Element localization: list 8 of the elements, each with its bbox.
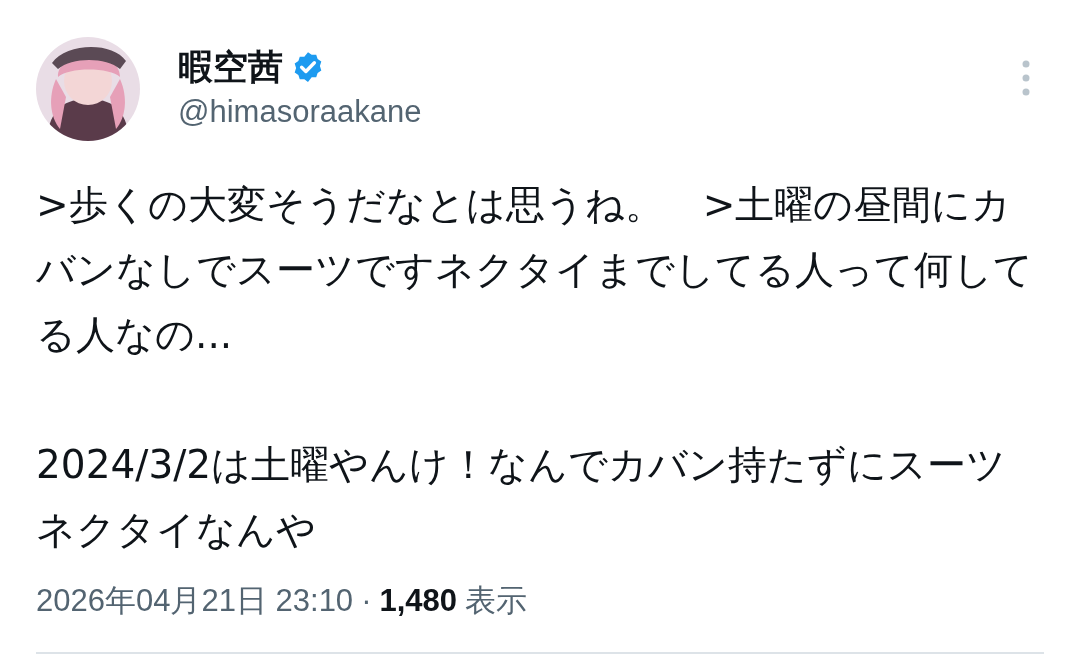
separator-dot: · <box>361 582 372 620</box>
views-label: 表示 <box>465 582 528 620</box>
display-name[interactable]: 暇空茜 <box>178 44 283 90</box>
view-count: 1,480 <box>379 582 458 620</box>
username[interactable]: @himasoraakane <box>178 90 1022 134</box>
timestamp[interactable]: 2026年04月21日 23:10 <box>36 576 354 626</box>
post-text: >歩くの大変そうだなとは思うね。 >土曜の昼間にカバンなしでスーツですネクタイまでしてる人って何してる人なの... <box>36 181 1034 359</box>
post-text: 2024/3/2は土曜やんけ！なんでカバン持たずにスーツネクタイなんや <box>36 441 1008 554</box>
